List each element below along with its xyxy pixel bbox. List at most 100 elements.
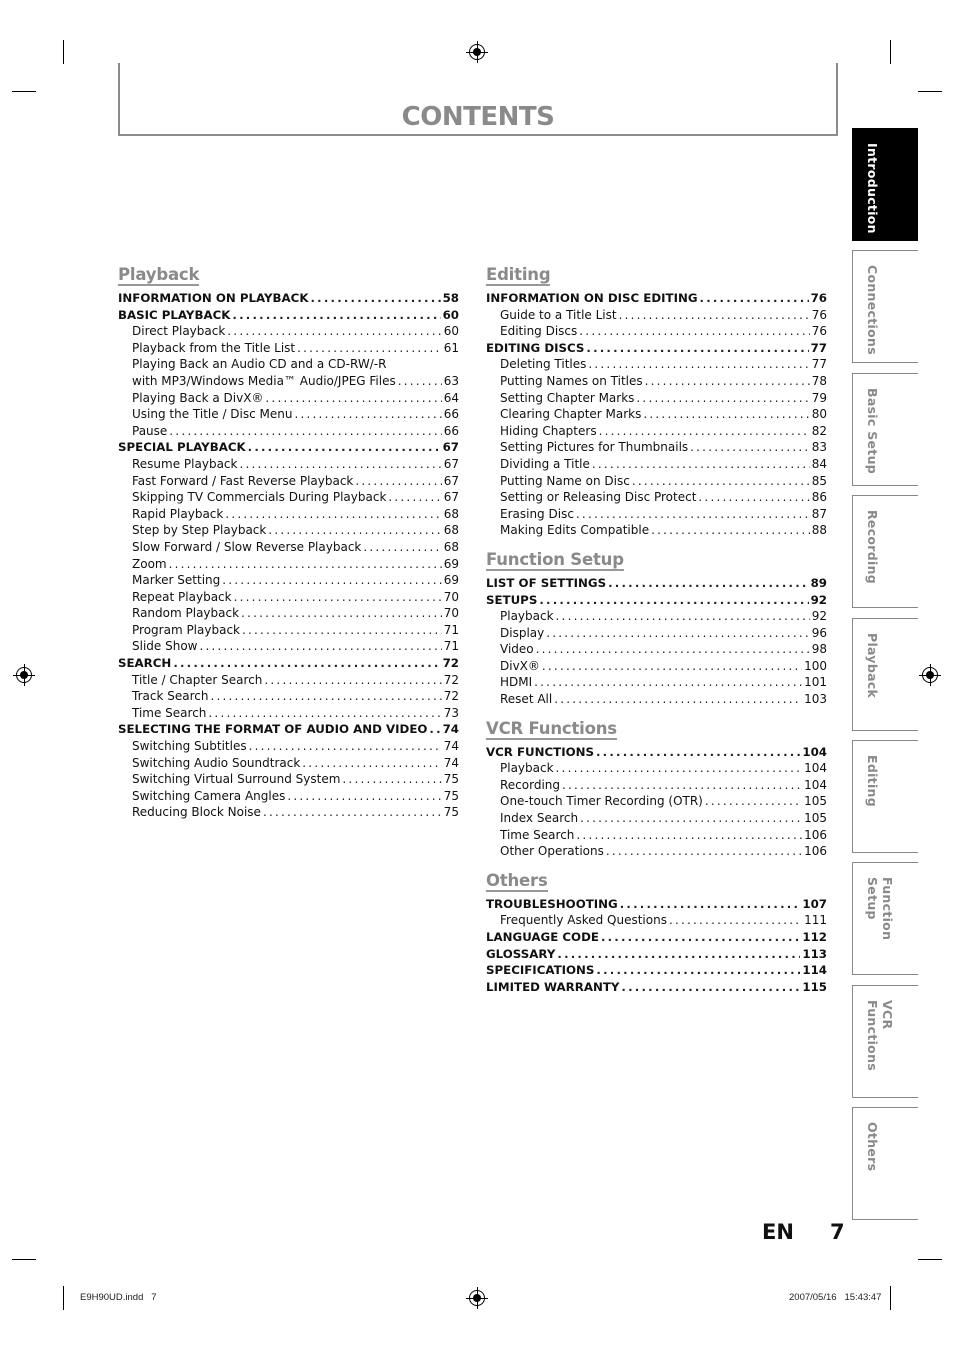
toc-entry[interactable]: Slow Forward / Slow Reverse Playback 68 [118,539,459,556]
toc-entry[interactable]: Putting Name on Disc 85 [486,473,827,490]
toc-entry[interactable]: SETUPS 92 [486,592,827,609]
toc-entry[interactable]: Setting or Releasing Disc Protect 86 [486,489,827,506]
toc-entry[interactable]: Video 98 [486,641,827,658]
chapter-tab[interactable]: Connections [852,250,918,364]
toc-entry[interactable]: Playing Back an Audio CD and a CD-RW/-R [118,356,459,373]
toc-entry[interactable]: Skipping TV Commercials During Playback 6… [118,489,459,506]
toc-entry[interactable]: SELECTING THE FORMAT OF AUDIO AND VIDEO 7… [118,721,459,738]
toc-entry-label: Rapid Playback [132,506,224,521]
toc-entry-label: Playing Back an Audio CD and a CD-RW/-R [132,357,387,372]
toc-entry-page: 67 [443,473,459,488]
toc-entry-label: Skipping TV Commercials During Playback [132,490,387,505]
chapter-tab[interactable]: Function Setup [852,862,918,976]
toc-entry[interactable]: with MP3/Windows Media™ Audio/JPEG Files… [118,373,459,390]
toc-entry-label: Track Search [132,689,209,704]
dot-leader [302,755,441,772]
toc-entry-page: 71 [443,622,459,637]
toc-entry[interactable]: LIMITED WARRANTY 115 [486,979,827,996]
toc-entry-page: 106 [804,844,827,859]
toc-entry[interactable]: Marker Setting 69 [118,572,459,589]
toc-entry[interactable]: INFORMATION ON PLAYBACK 58 [118,290,459,307]
toc-entry[interactable]: Deleting Titles 77 [486,356,827,373]
chapter-tab[interactable]: Editing [852,739,918,853]
toc-entry-page: 67 [442,440,459,455]
toc-entry-label: Reset All [500,692,553,707]
toc-entry[interactable]: Slide Show 71 [118,638,459,655]
toc-entry[interactable]: Using the Title / Disc Menu 66 [118,406,459,423]
toc-entry[interactable]: HDMI 101 [486,674,827,691]
toc-entry[interactable]: Random Playback 70 [118,605,459,622]
toc-entry[interactable]: Recording 104 [486,777,827,794]
toc-entry[interactable]: Rapid Playback 68 [118,506,459,523]
dot-leader [539,592,808,609]
toc-entry[interactable]: DivX® 100 [486,658,827,675]
toc-entry-page: 76 [811,307,827,322]
toc-entry[interactable]: SPECIFICATIONS 114 [486,962,827,979]
toc-entry[interactable]: SPECIAL PLAYBACK 67 [118,439,459,456]
toc-entry-label: Frequently Asked Questions [500,913,667,928]
toc-entry[interactable]: Switching Camera Angles 75 [118,788,459,805]
toc-entry[interactable]: One-touch Timer Recording (OTR) 105 [486,793,827,810]
dot-leader [534,674,802,691]
toc-entry[interactable]: Guide to a Title List 76 [486,307,827,324]
toc-entry[interactable]: Switching Audio Soundtrack 74 [118,755,459,772]
toc-entry[interactable]: Playing Back a DivX® 64 [118,390,459,407]
toc-entry[interactable]: BASIC PLAYBACK 60 [118,307,459,324]
toc-entry[interactable]: Repeat Playback 70 [118,589,459,606]
chapter-tab[interactable]: Introduction [852,128,918,241]
toc-entry[interactable]: Step by Step Playback 68 [118,522,459,539]
toc-entry[interactable]: Display 96 [486,625,827,642]
dot-leader [621,979,800,996]
toc-entry[interactable]: Erasing Disc 87 [486,506,827,523]
toc-entry[interactable]: TROUBLESHOOTING 107 [486,896,827,913]
toc-entry[interactable]: Time Search 106 [486,827,827,844]
toc-entry[interactable]: INFORMATION ON DISC EDITING 76 [486,290,827,307]
toc-entry[interactable]: Playback 104 [486,760,827,777]
toc-section: VCR Functions VCR FUNCTIONS 104 Playback 104… [486,719,827,860]
toc-entry[interactable]: EDITING DISCS 77 [486,340,827,357]
dot-leader [249,738,442,755]
toc-entry[interactable]: Direct Playback 60 [118,323,459,340]
chapter-tab[interactable]: Recording [852,495,918,609]
toc-entry[interactable]: Putting Names on Titles 78 [486,373,827,390]
toc-entry[interactable]: LIST OF SETTINGS 89 [486,575,827,592]
section-heading: Others [486,870,548,892]
toc-entry[interactable]: Hiding Chapters 82 [486,423,827,440]
toc-entry[interactable]: SEARCH 72 [118,655,459,672]
chapter-tab[interactable]: Playback [852,617,918,731]
toc-entry[interactable]: Reset All 103 [486,691,827,708]
toc-section: EditingINFORMATION ON DISC EDITING76Guid… [486,265,827,539]
toc-entry[interactable]: GLOSSARY 113 [486,946,827,963]
toc-entry-page: 70 [443,606,459,621]
toc-entry[interactable]: VCR FUNCTIONS 104 [486,744,827,761]
toc-entry[interactable]: LANGUAGE CODE 112 [486,929,827,946]
toc-entry[interactable]: Setting Chapter Marks 79 [486,390,827,407]
toc-entry[interactable]: Playback from the Title List 61 [118,340,459,357]
toc-entry[interactable]: Time Search 73 [118,705,459,722]
toc-entry[interactable]: Switching Subtitles 74 [118,738,459,755]
toc-entry[interactable]: Title / Chapter Search 72 [118,672,459,689]
toc-entry[interactable]: Making Edits Compatible 88 [486,522,827,539]
toc-entry[interactable]: Program Playback 71 [118,622,459,639]
toc-entry[interactable]: Other Operations 106 [486,843,827,860]
toc-entry-label: Program Playback [132,622,240,637]
toc-entry[interactable]: Resume Playback 67 [118,456,459,473]
dot-leader [239,456,441,473]
toc-entry[interactable]: Setting Pictures for Thumbnails 83 [486,439,827,456]
toc-entry[interactable]: Pause 66 [118,423,459,440]
chapter-tab[interactable]: Others [852,1107,918,1221]
toc-entry[interactable]: Playback 92 [486,608,827,625]
toc-entry[interactable]: Editing Discs 76 [486,323,827,340]
dot-leader [546,625,809,642]
toc-entry[interactable]: Clearing Chapter Marks 80 [486,406,827,423]
chapter-tab[interactable]: Basic Setup [852,372,918,486]
toc-entry[interactable]: Switching Virtual Surround System 75 [118,771,459,788]
toc-entry[interactable]: Fast Forward / Fast Reverse Playback 67 [118,473,459,490]
toc-entry[interactable]: Index Search 105 [486,810,827,827]
toc-entry[interactable]: Zoom 69 [118,556,459,573]
chapter-tab[interactable]: VCR Functions [852,984,918,1098]
toc-entry[interactable]: Dividing a Title 84 [486,456,827,473]
toc-entry[interactable]: Track Search 72 [118,688,459,705]
toc-entry[interactable]: Frequently Asked Questions 111 [486,912,827,929]
toc-entry[interactable]: Reducing Block Noise 75 [118,804,459,821]
